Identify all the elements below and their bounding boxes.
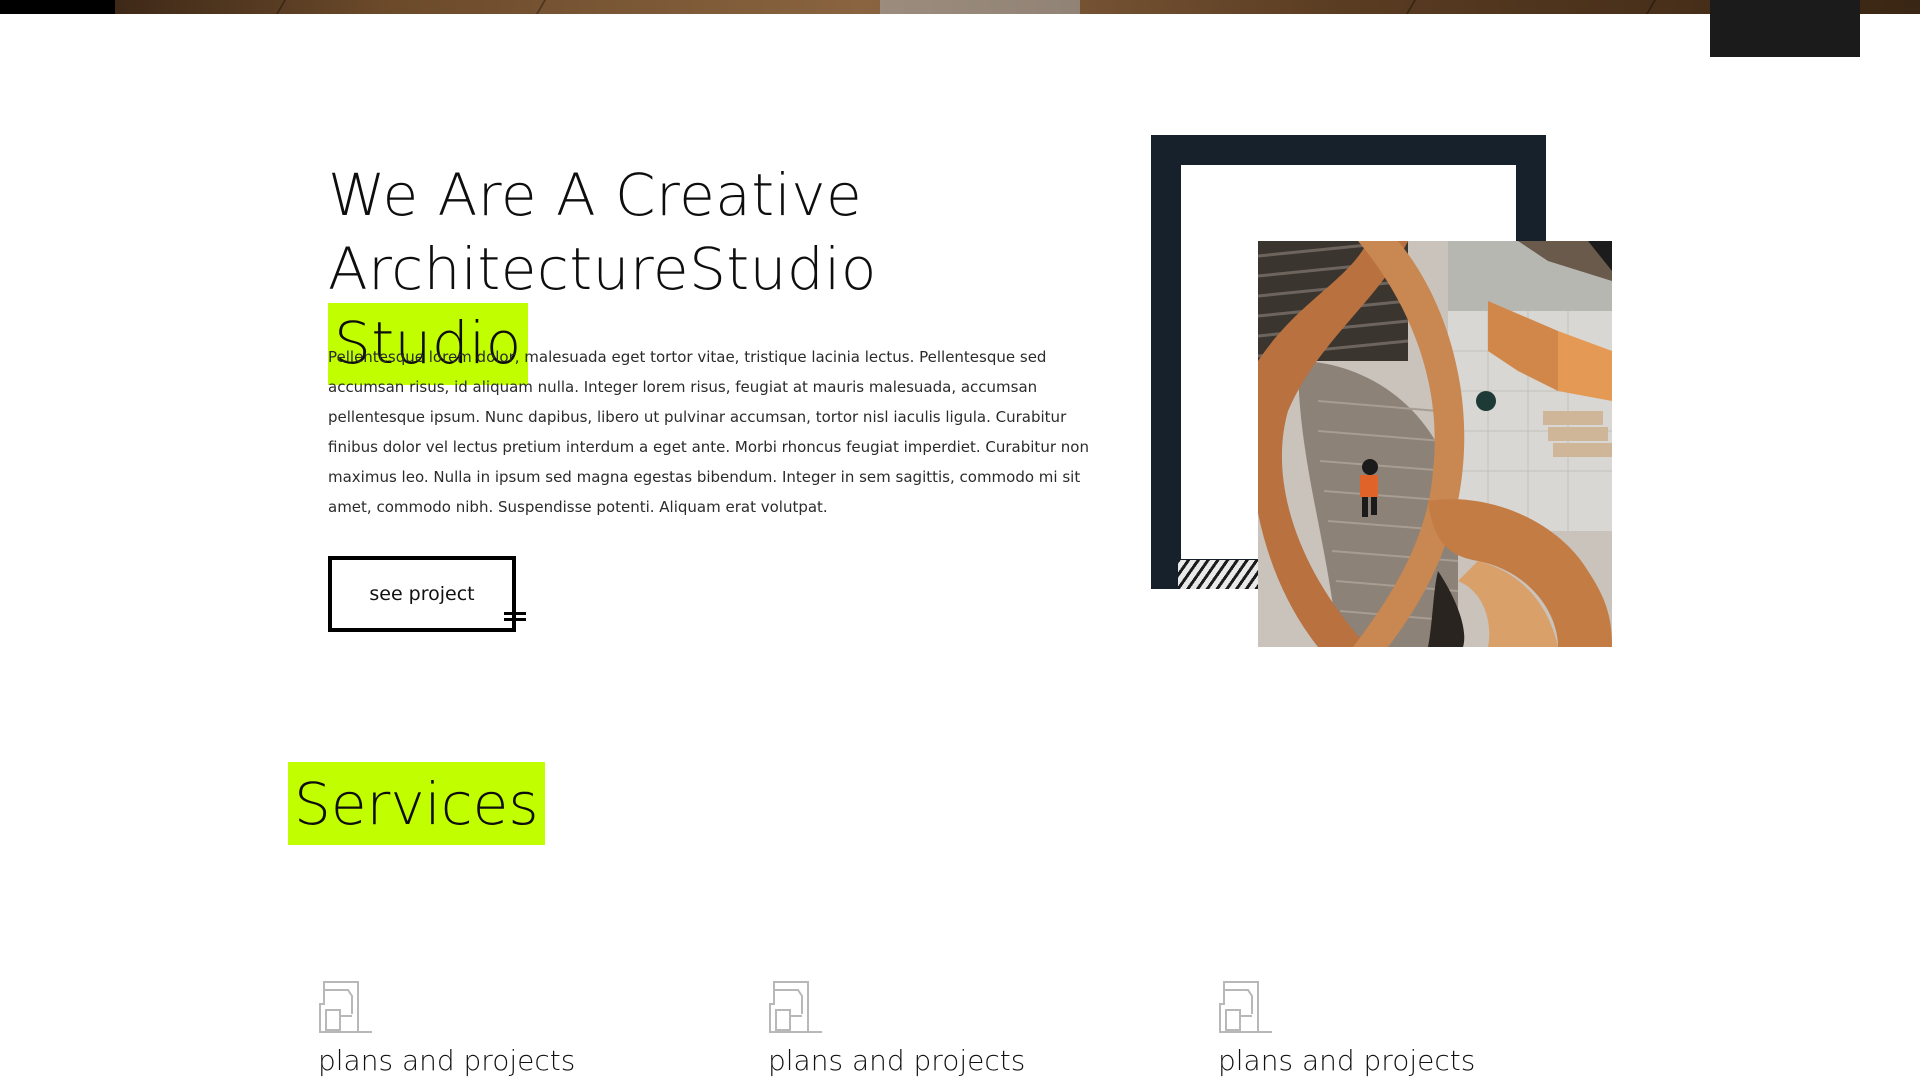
hero-line [1405, 0, 1417, 14]
see-project-label: see project [369, 583, 475, 605]
spiral-staircase-photo [1258, 241, 1612, 647]
building-plan-icon [1219, 981, 1272, 1033]
service-title: plans and projects [318, 1044, 576, 1077]
service-title: plans and projects [1218, 1044, 1476, 1077]
see-project-button[interactable]: see project [328, 556, 526, 632]
service-title: plans and projects [768, 1044, 1026, 1077]
building-plan-icon [319, 981, 372, 1033]
hero-line [1645, 0, 1657, 14]
hero-line [275, 0, 287, 14]
building-plan-icon [769, 981, 822, 1033]
about-heading-line2: ArchitectureStudio [328, 235, 877, 303]
button-corner-mark [504, 612, 526, 624]
service-item[interactable]: plans and projects [1218, 980, 1538, 1077]
staircase-illustration [1258, 241, 1612, 647]
decorative-hatch-pattern [1178, 560, 1258, 589]
hero-highlight [880, 0, 1080, 14]
service-item[interactable]: plans and projects [318, 980, 638, 1077]
hero-line [535, 0, 547, 14]
about-paragraph: Pellentesque lorem dolor, malesuada eget… [328, 348, 1089, 516]
hero-dark-edge [0, 0, 115, 14]
services-title: Services [288, 762, 545, 845]
about-heading-line1: We Are A Creative [328, 161, 863, 229]
menu-toggle-block[interactable] [1710, 0, 1860, 57]
hero-image-edge [0, 0, 1920, 14]
service-item[interactable]: plans and projects [768, 980, 1088, 1077]
